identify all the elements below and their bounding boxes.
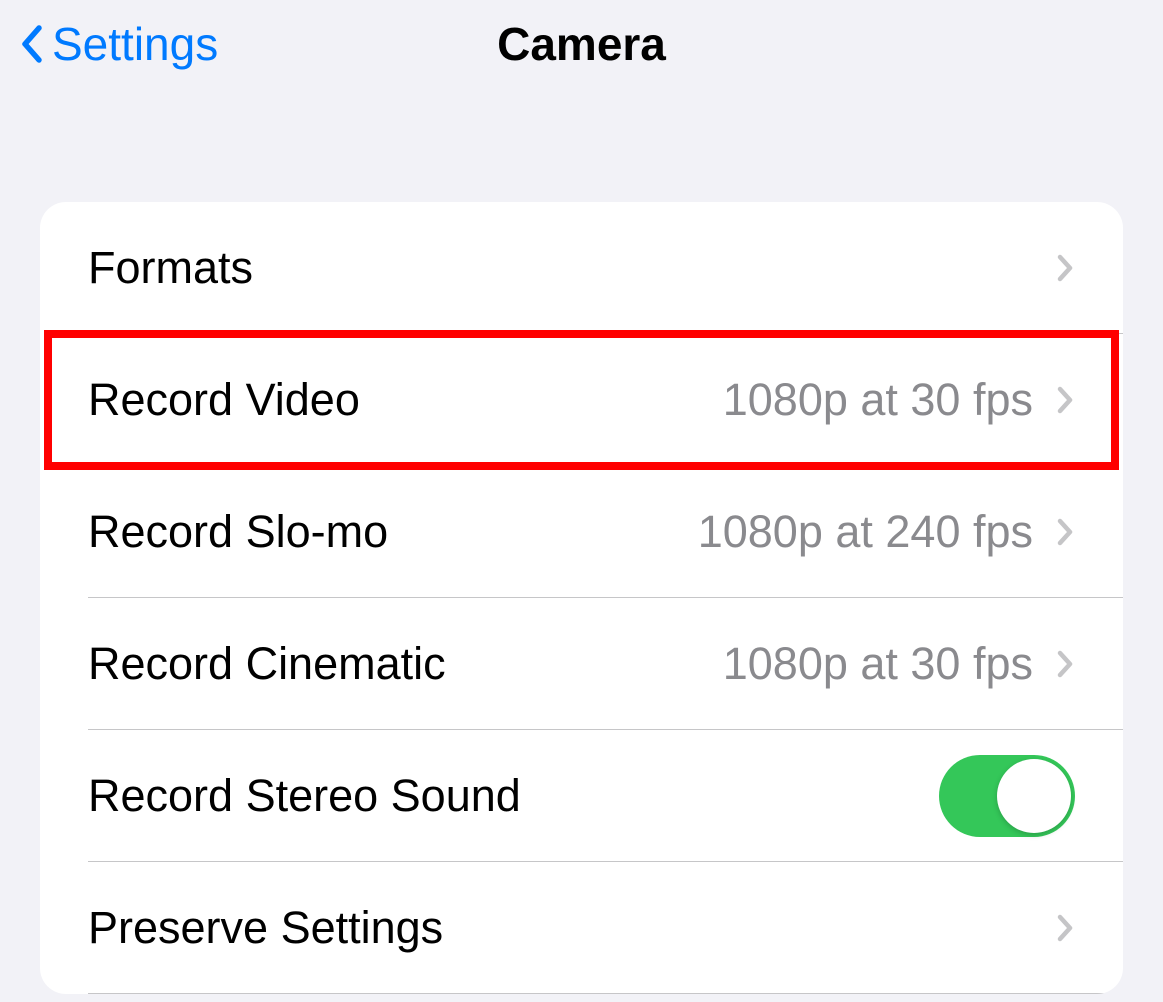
row-label: Record Stereo Sound: [88, 770, 521, 822]
toggle-knob: [997, 759, 1071, 833]
row-label: Record Slo-mo: [88, 506, 388, 558]
chevron-right-icon: [1055, 384, 1075, 416]
chevron-right-icon: [1055, 912, 1075, 944]
row-preserve-settings[interactable]: Preserve Settings: [40, 862, 1123, 994]
back-button[interactable]: Settings: [16, 17, 218, 71]
row-label: Formats: [88, 242, 253, 294]
row-value: 1080p at 240 fps: [698, 506, 1033, 558]
row-record-stereo-sound[interactable]: Record Stereo Sound: [40, 730, 1123, 862]
navigation-bar: Settings Camera: [0, 0, 1163, 88]
row-label: Preserve Settings: [88, 902, 443, 954]
chevron-right-icon: [1055, 252, 1075, 284]
chevron-right-icon: [1055, 516, 1075, 548]
settings-group: Formats Record Video 1080p at 30 fps Rec…: [40, 202, 1123, 994]
row-label: Record Video: [88, 374, 360, 426]
chevron-right-icon: [1055, 648, 1075, 680]
row-formats[interactable]: Formats: [40, 202, 1123, 334]
row-record-video[interactable]: Record Video 1080p at 30 fps: [48, 334, 1115, 466]
page-title: Camera: [497, 17, 666, 71]
content-area: Formats Record Video 1080p at 30 fps Rec…: [0, 88, 1163, 994]
row-value: 1080p at 30 fps: [723, 374, 1033, 426]
chevron-left-icon: [16, 22, 46, 66]
stereo-sound-toggle[interactable]: [939, 755, 1075, 837]
row-value: 1080p at 30 fps: [723, 638, 1033, 690]
row-record-slo-mo[interactable]: Record Slo-mo 1080p at 240 fps: [40, 466, 1123, 598]
back-label: Settings: [52, 17, 218, 71]
row-label: Record Cinematic: [88, 638, 446, 690]
row-record-cinematic[interactable]: Record Cinematic 1080p at 30 fps: [40, 598, 1123, 730]
